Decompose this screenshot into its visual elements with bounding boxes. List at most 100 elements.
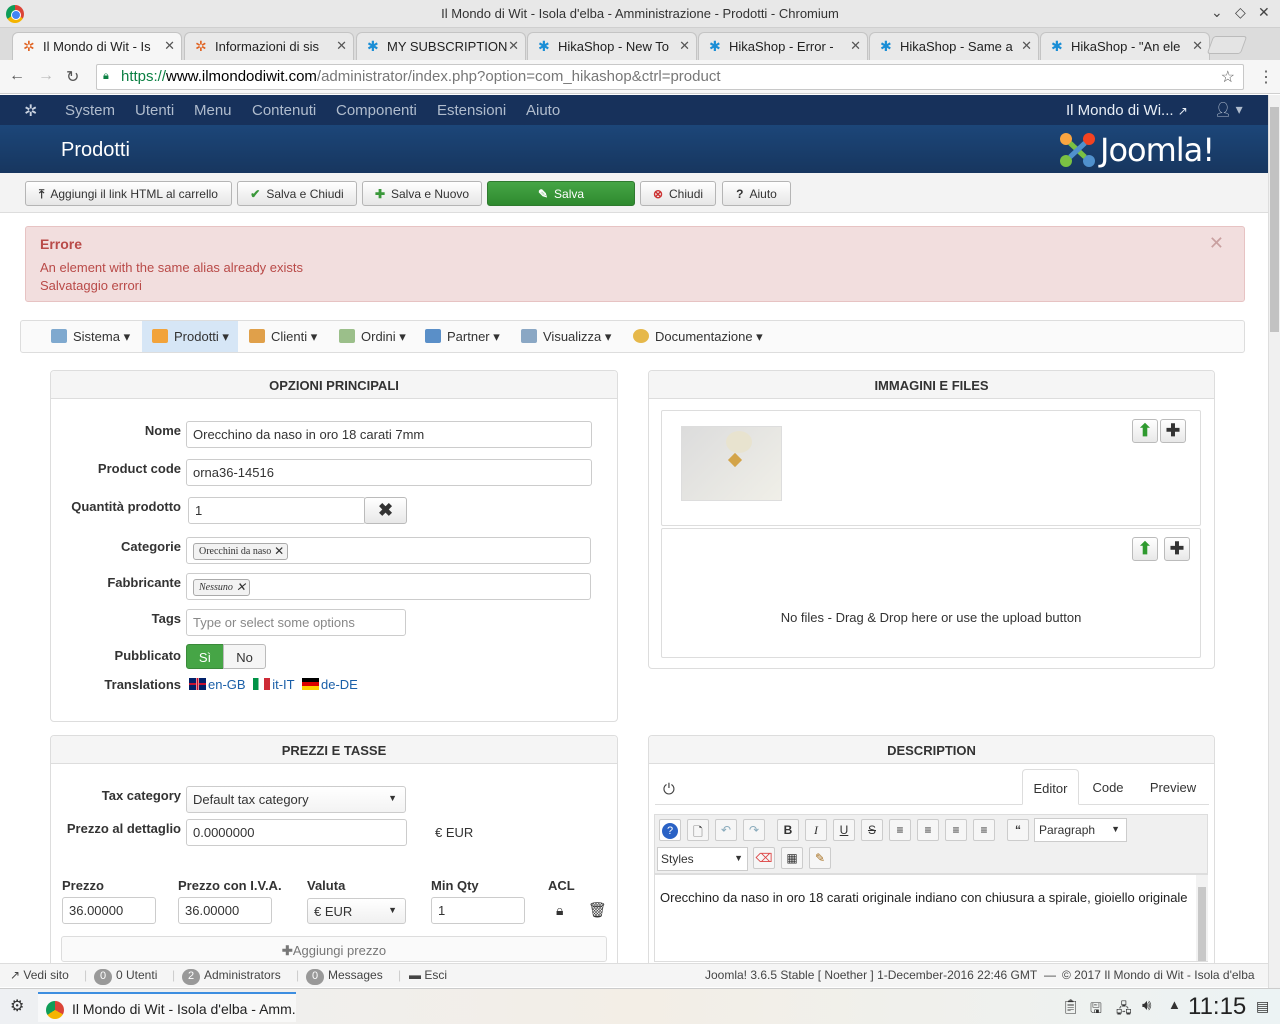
tab-close-icon[interactable]: ✕ <box>679 38 690 54</box>
hikamenu-partner[interactable]: Partner ▾ <box>425 321 515 352</box>
maximize-icon[interactable]: ◇ <box>1235 4 1246 21</box>
translation-en[interactable]: en-GB <box>189 677 246 692</box>
price-vat-input[interactable]: 36.00000 <box>178 897 272 924</box>
user-menu-icon[interactable]: 👤︎ ▾ <box>1214 101 1243 118</box>
tab-close-icon[interactable]: ✕ <box>508 38 519 54</box>
tab-close-icon[interactable]: ✕ <box>336 38 347 54</box>
manufacturer-field[interactable]: Nessuno ✕ <box>186 573 591 600</box>
add-price-button[interactable]: ✚Aggiungi prezzo <box>61 936 607 962</box>
help-button[interactable]: ? Aiuto <box>722 181 791 206</box>
power-icon[interactable]: ⏻ <box>663 781 675 798</box>
broom-icon[interactable]: ✎ <box>809 847 831 869</box>
underline-icon[interactable]: U <box>833 819 855 841</box>
new-document-icon[interactable]: 🗋 <box>687 819 709 841</box>
name-input[interactable]: Orecchino da naso in oro 18 carati 7mm <box>186 421 592 448</box>
save-new-button[interactable]: ✚ Salva e Nuovo <box>362 181 482 206</box>
menu-estensioni[interactable]: Estensioni <box>437 102 506 119</box>
upload-image-button[interactable]: ⬆ <box>1132 419 1158 443</box>
clear-quantity-button[interactable]: ✖ <box>364 497 407 524</box>
menu-menu[interactable]: Menu <box>194 102 232 119</box>
upload-file-button[interactable]: ⬆ <box>1132 537 1158 561</box>
show-desktop-icon[interactable]: ▤ <box>1256 998 1269 1015</box>
save-close-button[interactable]: ✔ Salva e Chiudi <box>237 181 357 206</box>
volume-icon[interactable]: 🔊︎ <box>1142 997 1151 1014</box>
joomla-icon[interactable]: ✲ <box>24 101 37 121</box>
tab-editor[interactable]: Editor <box>1022 769 1079 805</box>
minqty-input[interactable]: 1 <box>431 897 525 924</box>
blockquote-icon[interactable]: “ <box>1007 819 1029 841</box>
hikamenu-visualizza[interactable]: Visualizza ▾ <box>521 321 621 352</box>
italic-icon[interactable]: I <box>805 819 827 841</box>
categories-field[interactable]: Orecchini da naso ✕ <box>186 537 591 564</box>
minimize-icon[interactable]: ⌄ <box>1211 4 1223 21</box>
translation-it[interactable]: it-IT <box>253 677 294 692</box>
messages-link[interactable]: 0 Messages <box>306 968 383 985</box>
network-icon[interactable]: 🖧 <box>1116 998 1132 1022</box>
browser-tab[interactable]: ✲ Informazioni di sis ✕ <box>184 32 354 60</box>
forward-icon[interactable]: → <box>38 67 54 85</box>
help-icon[interactable]: ? <box>659 819 681 841</box>
table-icon[interactable]: ▦ <box>781 847 803 869</box>
tab-code[interactable]: Code <box>1083 769 1133 805</box>
close-button[interactable]: ⊗ Chiudi <box>640 181 716 206</box>
lock-icon[interactable]: 🔒︎ <box>556 902 563 919</box>
quantity-input[interactable]: 1 <box>188 497 366 524</box>
files-dropzone[interactable]: ⬆ ✚ No files - Drag & Drop here or use t… <box>661 528 1201 658</box>
undo-icon[interactable]: ↶ <box>715 819 737 841</box>
hikamenu-clienti[interactable]: Clienti ▾ <box>249 321 339 352</box>
add-image-button[interactable]: ✚ <box>1160 419 1186 443</box>
browser-tab[interactable]: ✱ HikaShop - New To ✕ <box>527 32 697 60</box>
add-cart-link-button[interactable]: ⤒ Aggiungi il link HTML al carrello <box>25 181 232 206</box>
back-icon[interactable]: ← <box>9 67 25 85</box>
close-window-icon[interactable]: ✕ <box>1258 4 1270 21</box>
taskbar-window-button[interactable]: Il Mondo di Wit - Isola d'elba - Amm... <box>38 992 296 1022</box>
browser-menu-icon[interactable]: ⋮ <box>1258 67 1274 87</box>
remove-chip-icon[interactable]: ✕ <box>274 544 284 558</box>
format-select[interactable]: Paragraph ▼ <box>1034 818 1127 842</box>
price-input[interactable]: 36.00000 <box>62 897 156 924</box>
clipboard-icon[interactable]: 📋︎ <box>1062 998 1080 1015</box>
product-code-input[interactable]: orna36-14516 <box>186 459 592 486</box>
editor-content[interactable]: Orecchino da naso in oro 18 carati origi… <box>654 874 1208 962</box>
published-no-toggle[interactable]: No <box>223 644 266 669</box>
browser-tab[interactable]: ✱ HikaShop - Error - ✕ <box>698 32 868 60</box>
strikethrough-icon[interactable]: S <box>861 819 883 841</box>
published-yes-toggle[interactable]: Sì <box>186 644 224 669</box>
reload-icon[interactable]: ↻ <box>66 67 79 87</box>
editor-scroll-thumb[interactable] <box>1198 887 1206 961</box>
eraser-icon[interactable]: ⌫ <box>753 847 775 869</box>
tab-close-icon[interactable]: ✕ <box>164 38 175 54</box>
app-menu-icon[interactable]: ⚙ <box>10 996 24 1016</box>
admins-link[interactable]: 2 Administrators <box>182 968 281 985</box>
logout-link[interactable]: ▬ Esci <box>409 968 447 982</box>
remove-chip-icon[interactable]: ✕ <box>236 580 246 594</box>
align-justify-icon[interactable]: ≡ <box>889 819 911 841</box>
menu-utenti[interactable]: Utenti <box>135 102 174 119</box>
tray-expand-icon[interactable]: ▲ <box>1168 997 1181 1012</box>
url-bar[interactable]: 🔒︎ https://www.ilmondodiwit.com/administ… <box>96 64 1244 90</box>
tags-input[interactable]: Type or select some options <box>186 609 406 636</box>
new-tab-button[interactable] <box>1206 36 1248 54</box>
images-dropzone[interactable]: ⬆ ✚ <box>661 410 1201 526</box>
align-left-icon[interactable]: ≡ <box>945 819 967 841</box>
product-image-thumbnail[interactable] <box>681 426 782 501</box>
tab-close-icon[interactable]: ✕ <box>1192 38 1203 54</box>
tax-category-select[interactable]: Default tax category ▼ <box>186 786 406 813</box>
site-link[interactable]: Il Mondo di Wi... ↗ <box>1066 102 1188 119</box>
translation-de[interactable]: de-DE <box>301 677 358 692</box>
align-right-icon[interactable]: ≡ <box>973 819 995 841</box>
tab-close-icon[interactable]: ✕ <box>1021 38 1032 54</box>
users-link[interactable]: 00 Utenti <box>94 968 157 985</box>
trash-icon[interactable]: 🗑︎ <box>588 901 607 919</box>
menu-componenti[interactable]: Componenti <box>336 102 417 119</box>
browser-tab[interactable]: ✱ HikaShop - "An ele ✕ <box>1040 32 1210 60</box>
bookmark-star-icon[interactable]: ☆ <box>1221 67 1235 87</box>
view-site-link[interactable]: ↗ Vedi sito <box>10 968 69 982</box>
hikamenu-documentazione[interactable]: Documentazione ▾ <box>633 321 773 352</box>
browser-tab[interactable]: ✱ MY SUBSCRIPTION ✕ <box>356 32 526 60</box>
browser-tab[interactable]: ✱ HikaShop - Same a ✕ <box>869 32 1039 60</box>
menu-aiuto[interactable]: Aiuto <box>526 102 560 119</box>
redo-icon[interactable]: ↷ <box>743 819 765 841</box>
menu-contenuti[interactable]: Contenuti <box>252 102 316 119</box>
editor-scrollbar[interactable] <box>1196 875 1208 961</box>
